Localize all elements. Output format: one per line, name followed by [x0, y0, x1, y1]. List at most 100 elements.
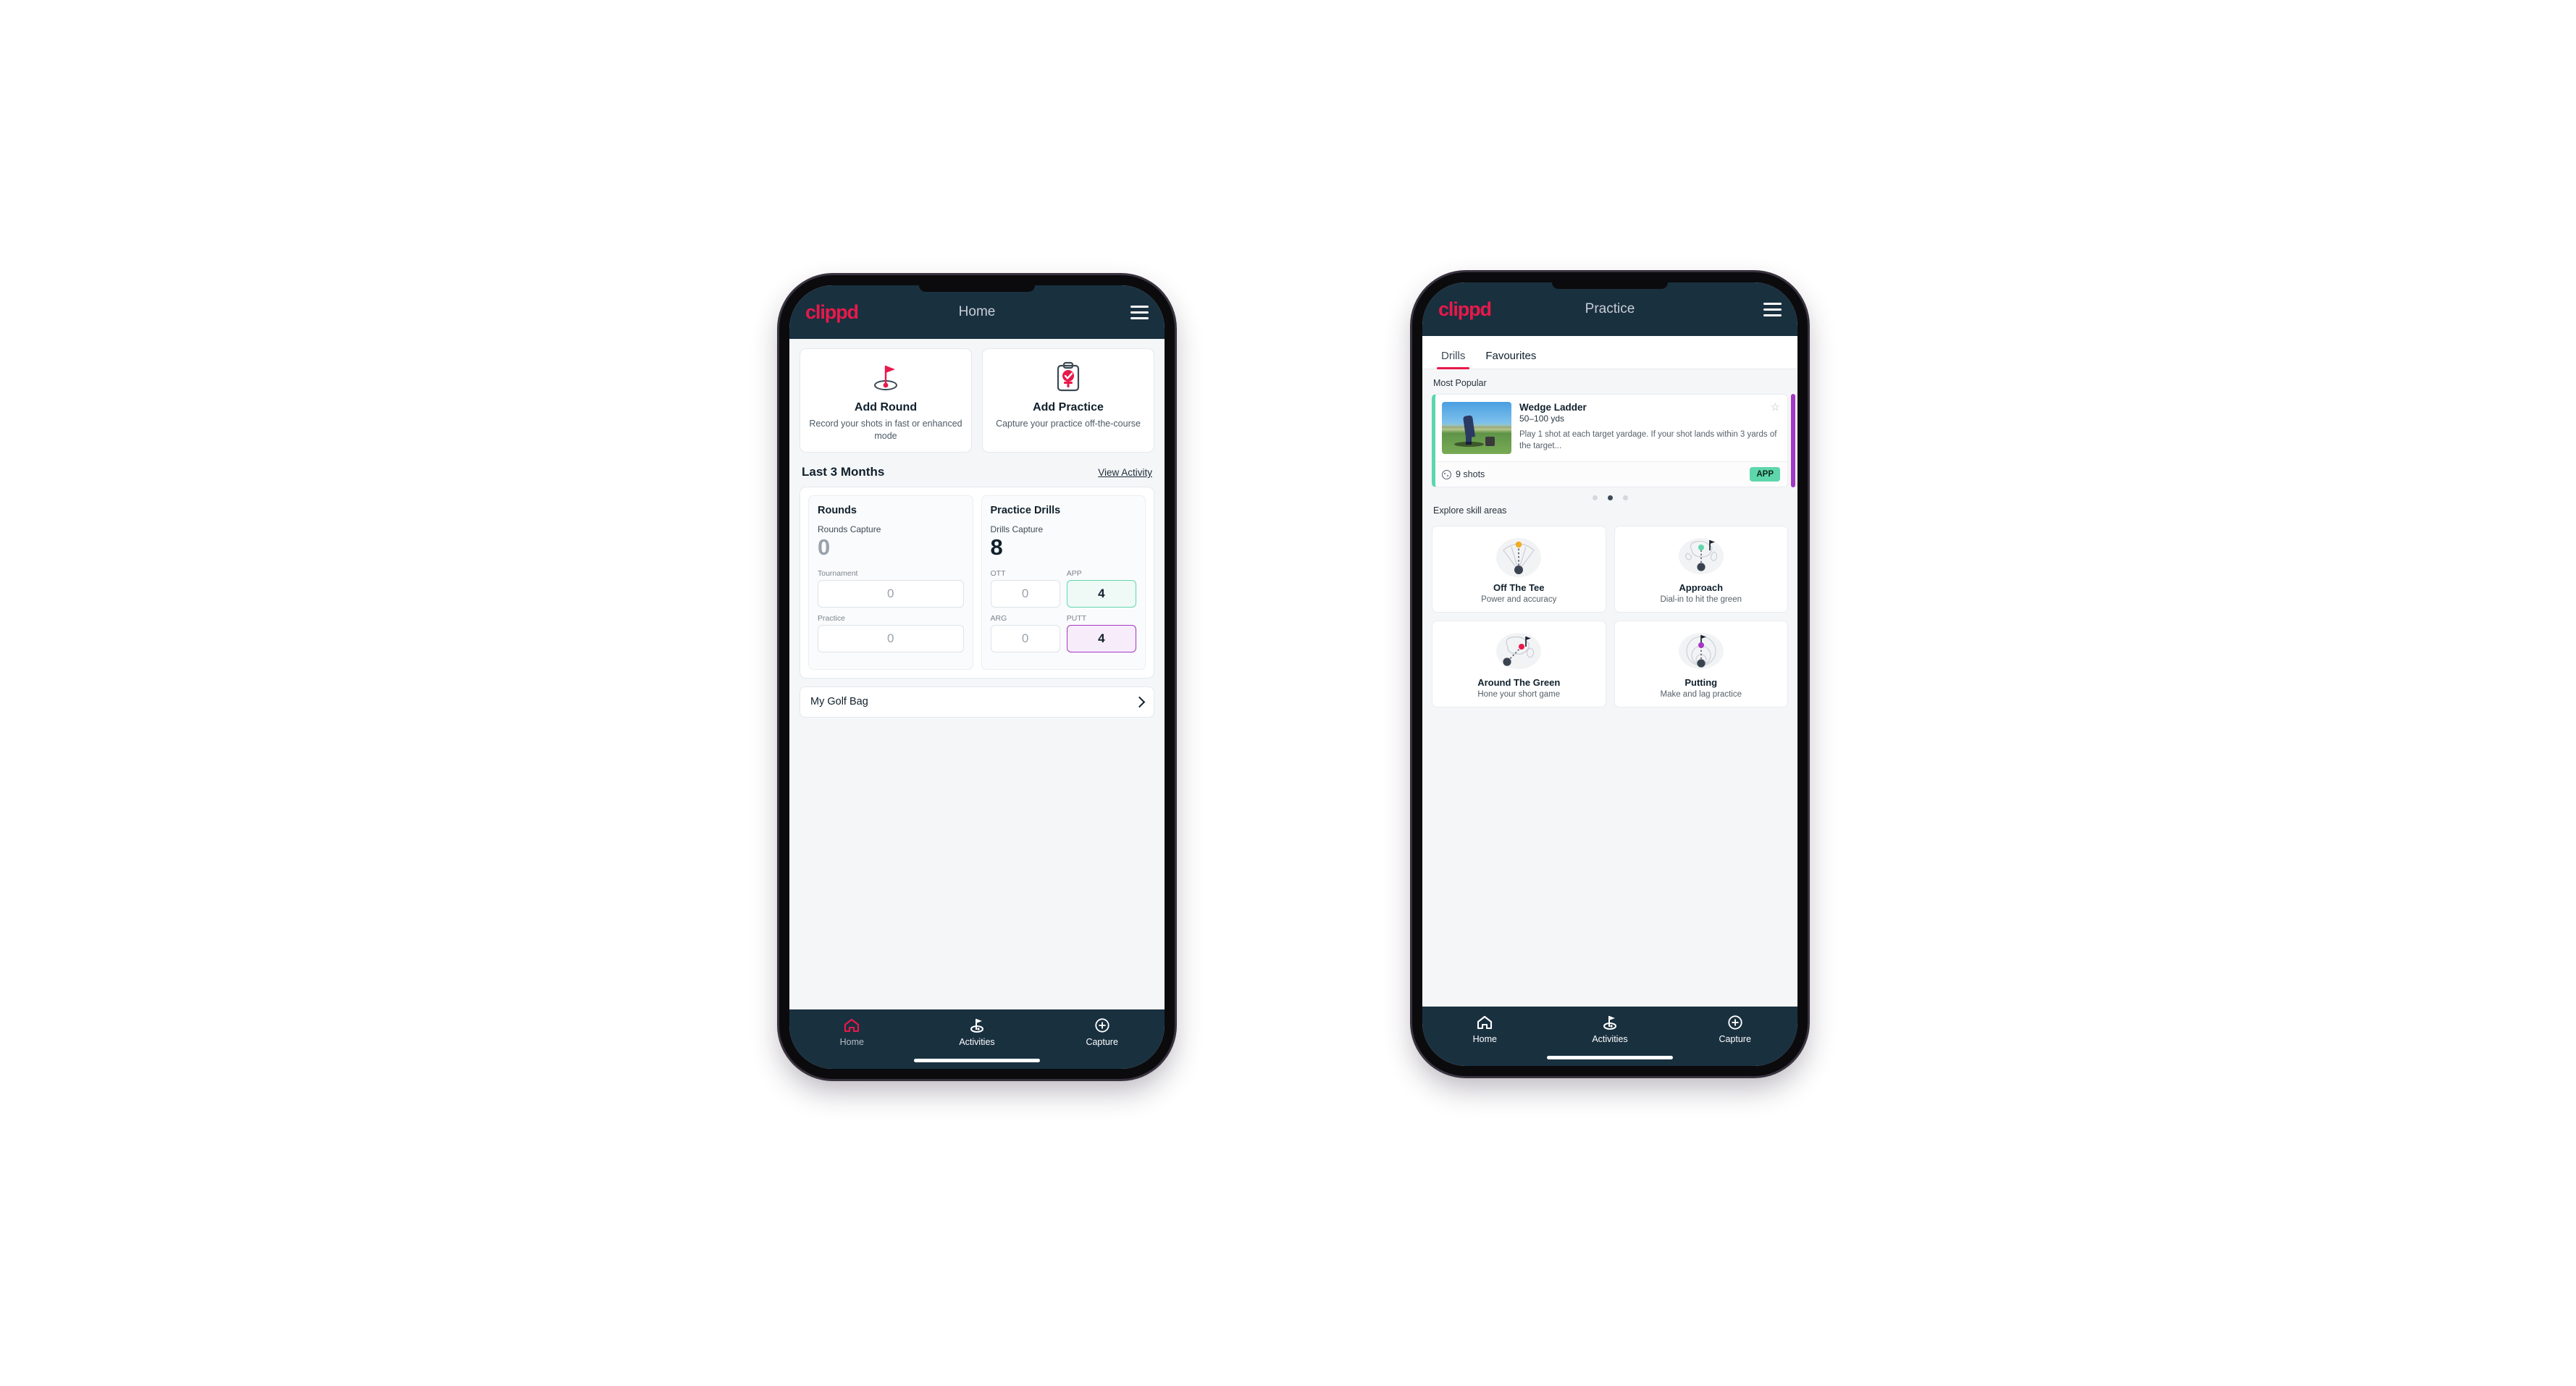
carousel-dot-1[interactable] [1592, 495, 1598, 500]
carousel-dots[interactable] [1432, 495, 1788, 500]
screenshot-canvas: clippd Home Add Round Record your shots … [0, 0, 2576, 1386]
phone-device-home: clippd Home Add Round Record your shots … [779, 275, 1175, 1079]
star-outline-icon[interactable]: ☆ [1771, 402, 1780, 413]
nav-capture[interactable]: Capture [1039, 1017, 1165, 1047]
drill-thumbnail [1442, 402, 1511, 454]
view-activity-link[interactable]: View Activity [1098, 467, 1152, 478]
practice-drills-column: Practice Drills Drills Capture 8 OTT 0 A… [981, 495, 1146, 670]
golf-flag-icon [1603, 1016, 1616, 1030]
nav-activities[interactable]: Activities [1548, 1015, 1673, 1044]
carousel-dot-3[interactable] [1622, 495, 1628, 500]
drill-yardage: 50–100 yds [1519, 413, 1565, 424]
phone1-notch [919, 285, 1035, 292]
tab-favourites[interactable]: Favourites [1475, 350, 1546, 369]
tee-dispersion-fan-icon [1490, 534, 1547, 579]
add-round-card[interactable]: Add Round Record your shots in fast or e… [800, 348, 972, 453]
drill-card-wedge-ladder[interactable]: Wedge Ladder ☆ 50–100 yds Play 1 shot at… [1432, 394, 1788, 487]
skill-sub: Hone your short game [1477, 690, 1561, 699]
drill-shots: 9 shots [1442, 469, 1485, 479]
skill-sub: Power and accuracy [1481, 595, 1557, 604]
phone1-bottom-nav: Home Activities Capture [789, 1009, 1165, 1069]
skill-card-putting[interactable]: Putting Make and lag practice [1614, 621, 1788, 707]
rounds-capture-label: Rounds Capture [818, 524, 881, 534]
skill-sub: Dial-in to hit the green [1660, 595, 1742, 604]
drill-card-footer: 9 shots APP [1435, 461, 1787, 487]
skill-name: Off The Tee [1493, 582, 1545, 593]
nav-activities-label: Activities [1592, 1034, 1628, 1044]
add-round-sub: Record your shots in fast or enhanced mo… [809, 419, 962, 441]
drill-description: Play 1 shot at each target yardage. If y… [1519, 430, 1777, 451]
section-title: Last 3 Months [802, 465, 885, 479]
nav-home[interactable]: Home [789, 1017, 915, 1047]
phone2-screen: clippd Practice Drills Favourites Most P… [1422, 282, 1797, 1066]
practice-tabs: Drills Favourites [1422, 336, 1797, 369]
putt-label: PUTT [1066, 613, 1087, 623]
tournament-value[interactable]: 0 [818, 579, 964, 608]
ott-value[interactable]: 0 [990, 579, 1060, 608]
drills-heading: Practice Drills [990, 505, 1061, 516]
nav-capture[interactable]: Capture [1672, 1015, 1797, 1044]
putt-field: PUTT 4 [1066, 613, 1136, 652]
nav-home-label: Home [1472, 1034, 1497, 1044]
nav-activities[interactable]: Activities [915, 1017, 1040, 1047]
skill-card-approach[interactable]: Approach Dial-in to hit the green [1614, 526, 1788, 613]
add-practice-card[interactable]: Add Practice Capture your practice off-t… [982, 348, 1154, 453]
phone1-appbar: clippd Home [789, 285, 1165, 339]
next-card-accent-strip[interactable] [1791, 394, 1795, 487]
drill-carousel[interactable]: Wedge Ladder ☆ 50–100 yds Play 1 shot at… [1432, 394, 1795, 487]
nav-capture-label: Capture [1719, 1034, 1751, 1044]
ott-app-row: OTT 0 APP 4 [990, 568, 1136, 608]
tournament-label: Tournament [818, 568, 858, 578]
tab-drills[interactable]: Drills [1431, 350, 1475, 369]
home-indicator-bar [1547, 1056, 1673, 1059]
plus-circle-icon [1728, 1015, 1742, 1030]
golf-ball-icon [1442, 469, 1451, 479]
skill-name: Putting [1685, 677, 1718, 688]
clippd-logo[interactable]: clippd [1438, 299, 1492, 319]
hamburger-menu-icon[interactable] [1130, 305, 1149, 319]
drill-shots-label: 9 shots [1456, 469, 1485, 479]
rounds-heading: Rounds [818, 505, 857, 516]
carousel-dot-2[interactable] [1607, 495, 1613, 500]
app-field: APP 4 [1066, 568, 1136, 608]
app-label: APP [1066, 568, 1082, 578]
ott-field: OTT 0 [990, 568, 1060, 608]
skill-name: Approach [1679, 582, 1724, 593]
phone1-screen: clippd Home Add Round Record your shots … [789, 285, 1165, 1069]
skill-name: Around The Green [1477, 677, 1561, 688]
clipboard-check-tee-icon [1053, 361, 1083, 394]
clippd-logo[interactable]: clippd [805, 302, 859, 322]
stats-card: Rounds Rounds Capture 0 Tournament 0 Pra… [800, 487, 1154, 679]
arg-putt-row: ARG 0 PUTT 4 [990, 613, 1136, 652]
arg-label: ARG [990, 613, 1007, 623]
arg-value[interactable]: 0 [990, 624, 1060, 652]
skill-card-around-the-green[interactable]: Around The Green Hone your short game [1432, 621, 1606, 707]
green-approach-icon [1673, 534, 1729, 579]
home-indicator-bar [914, 1059, 1040, 1062]
golf-flag-hole-icon [869, 361, 902, 394]
my-golf-bag-row[interactable]: My Golf Bag [800, 686, 1154, 718]
add-practice-sub: Capture your practice off-the-course [996, 419, 1141, 429]
nav-capture-label: Capture [1086, 1037, 1118, 1047]
phone2-content: Most Popular Wedge Ladder ☆ 50–100 yds P… [1422, 369, 1797, 1007]
last-3-months-header: Last 3 Months View Activity [802, 465, 1152, 479]
home-icon [844, 1018, 860, 1033]
add-practice-title: Add Practice [1033, 401, 1104, 413]
drill-title-row: Wedge Ladder ☆ [1519, 402, 1780, 413]
drills-capture-label: Drills Capture [990, 524, 1044, 534]
ott-label: OTT [990, 568, 1006, 578]
practice-value[interactable]: 0 [818, 624, 964, 652]
drill-title: Wedge Ladder [1519, 402, 1587, 413]
drills-capture-value: 8 [990, 534, 1003, 560]
nav-home[interactable]: Home [1422, 1015, 1548, 1044]
skill-sub: Make and lag practice [1660, 690, 1742, 699]
golf-flag-icon [970, 1019, 983, 1033]
explore-skill-areas-label: Explore skill areas [1433, 505, 1507, 516]
hamburger-menu-icon[interactable] [1763, 302, 1782, 316]
app-value[interactable]: 4 [1066, 579, 1136, 608]
plus-circle-icon [1095, 1018, 1109, 1033]
rounds-column: Rounds Rounds Capture 0 Tournament 0 Pra… [808, 495, 973, 670]
drill-category-badge: APP [1750, 467, 1780, 482]
skill-card-off-the-tee[interactable]: Off The Tee Power and accuracy [1432, 526, 1606, 613]
putt-value[interactable]: 4 [1066, 624, 1136, 652]
